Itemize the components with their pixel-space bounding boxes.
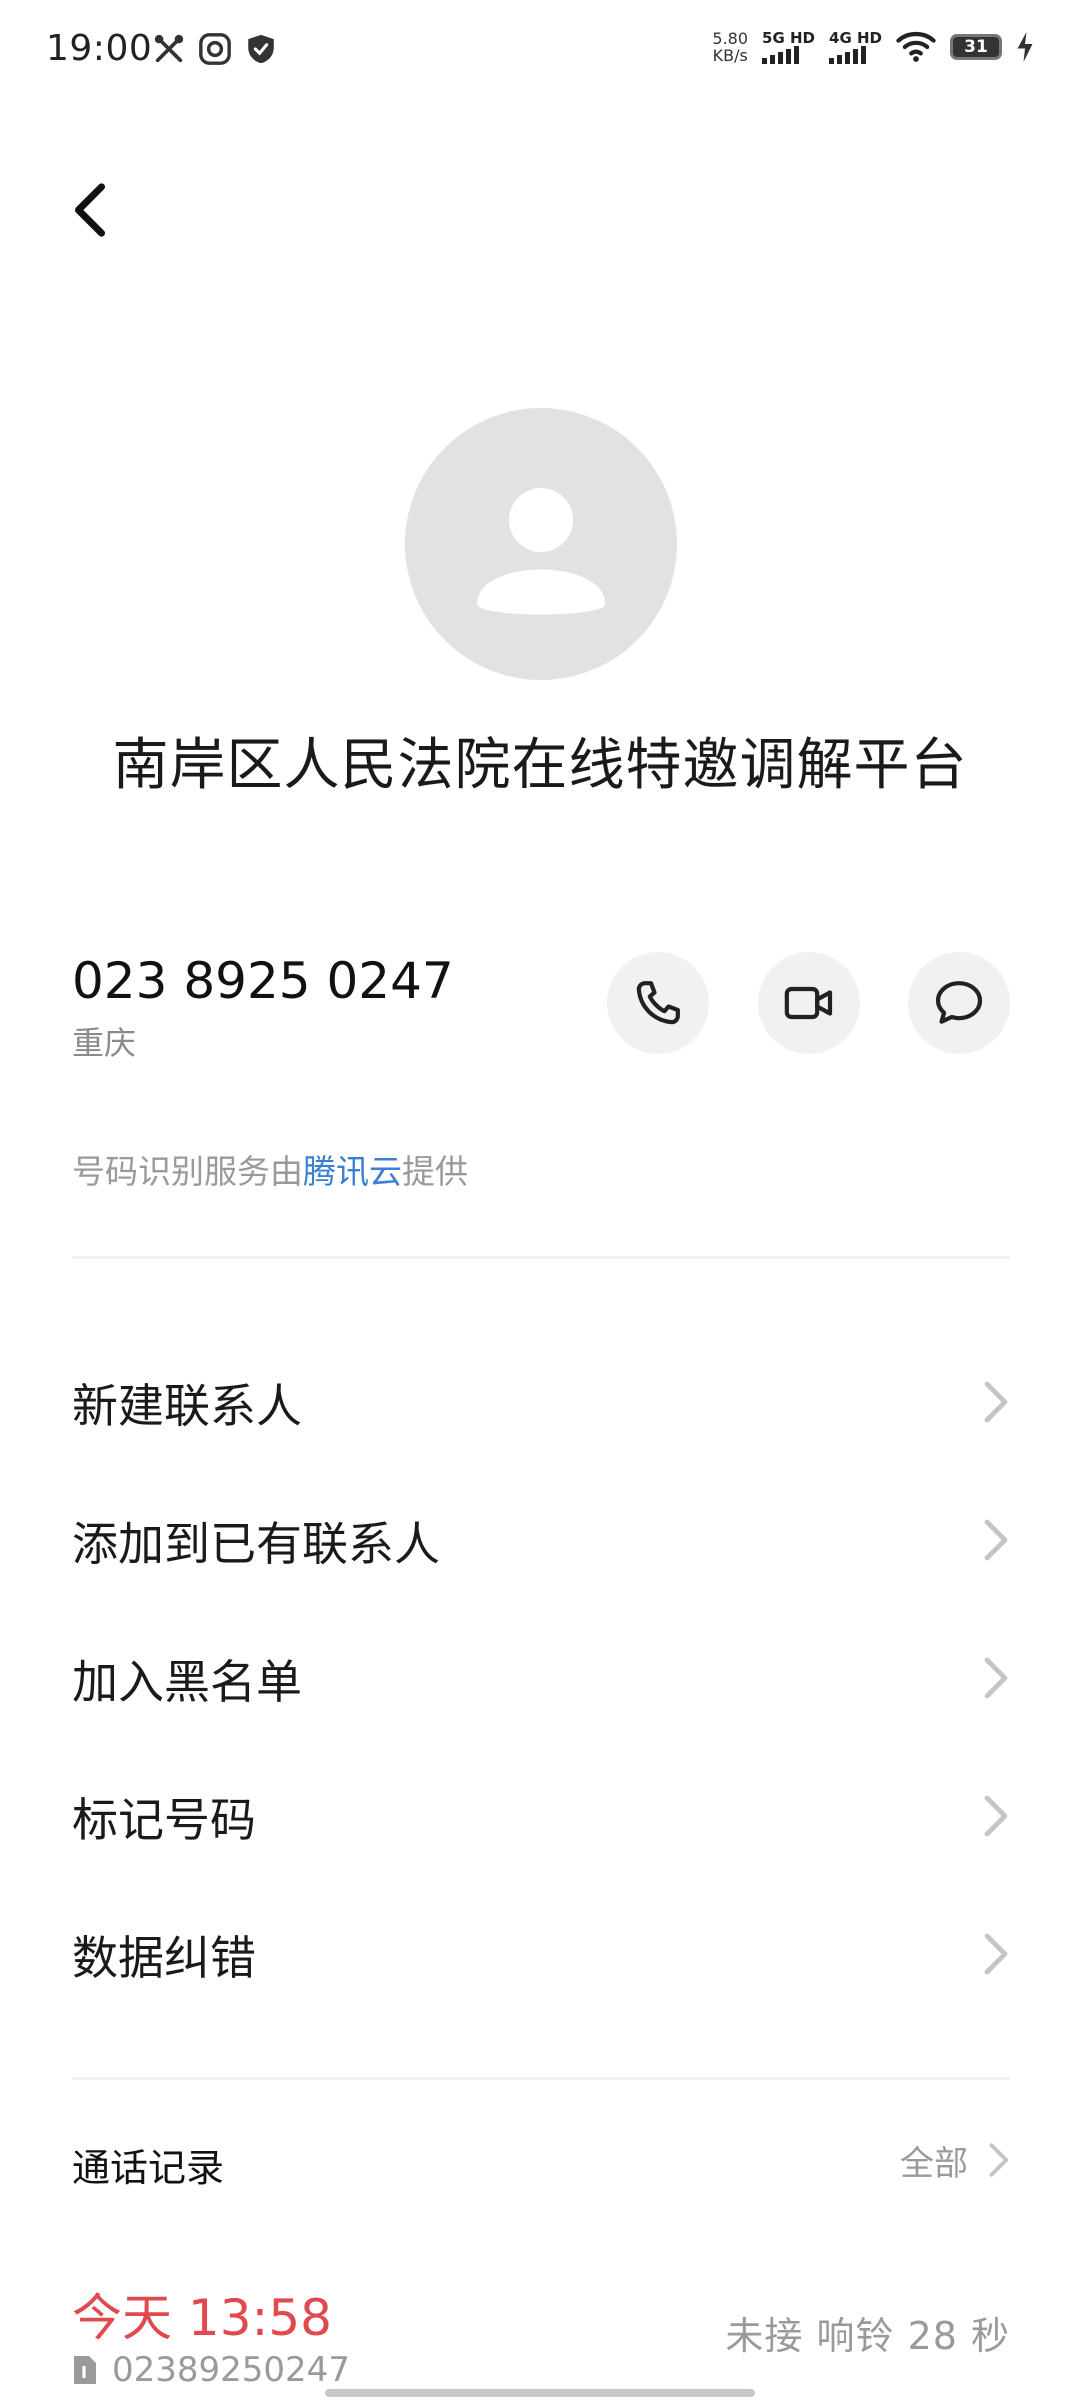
signal-sim2: 4G HD <box>829 30 882 64</box>
message-button[interactable] <box>908 952 1010 1054</box>
provider-link[interactable]: 腾讯云 <box>303 1152 402 1191</box>
call-records-all-button[interactable]: 全部 <box>900 2130 1010 2190</box>
call-record-time: 今天 13:58 <box>72 2289 332 2347</box>
signal-sim1: 5G HD <box>762 30 815 64</box>
divider <box>72 2077 1010 2080</box>
chevron-right-icon <box>984 1381 1008 1423</box>
status-time: 19:00 <box>46 28 153 69</box>
status-system-icons: 5.80 KB/s 5G HD 4G HD 31 <box>712 30 1034 64</box>
phone-location: 重庆 <box>72 1024 137 1062</box>
camera-app-icon <box>199 33 231 65</box>
signal-bars-icon <box>762 46 800 64</box>
network-speed: 5.80 KB/s <box>712 29 749 65</box>
menu-add-to-existing-contact[interactable]: 添加到已有联系人 <box>0 1478 1080 1598</box>
contact-name: 南岸区人民法院在线特邀调解平台 <box>112 733 968 798</box>
call-records-title: 通话记录 <box>72 2146 225 2190</box>
signal-bars-icon <box>829 46 867 64</box>
divider <box>72 1256 1010 1259</box>
home-indicator[interactable] <box>325 2389 755 2397</box>
chevron-right-icon <box>984 1657 1008 1699</box>
chevron-right-icon <box>984 1519 1008 1561</box>
chevron-right-icon <box>984 1933 1008 1975</box>
status-bar: 19:00 5.80 KB/s 5G HD 4G HD 31 <box>0 0 1080 100</box>
status-notification-icons <box>152 32 278 66</box>
person-icon <box>477 488 605 615</box>
chat-bubble-icon <box>935 981 983 1024</box>
chevron-right-icon <box>984 1795 1008 1837</box>
phone-number[interactable]: 023 8925 0247 <box>72 952 454 1010</box>
chevron-left-icon <box>74 183 106 237</box>
video-call-button[interactable] <box>758 952 860 1054</box>
charging-icon <box>1017 32 1033 62</box>
call-button[interactable] <box>607 952 709 1054</box>
sim-card-icon <box>74 2356 96 2384</box>
number-id-provider: 号码识别服务由腾讯云提供 <box>72 1152 468 1191</box>
contact-avatar <box>405 408 677 680</box>
chevron-right-icon <box>989 2143 1009 2177</box>
menu-add-to-blacklist[interactable]: 加入黑名单 <box>0 1616 1080 1736</box>
menu-data-correction[interactable]: 数据纠错 <box>0 1892 1080 2012</box>
battery-icon: 31 <box>950 34 1002 60</box>
menu-new-contact[interactable]: 新建联系人 <box>0 1340 1080 1460</box>
menu-mark-number[interactable]: 标记号码 <box>0 1754 1080 1874</box>
tools-icon <box>154 34 184 63</box>
battery-level: 31 <box>964 37 988 57</box>
wifi-icon <box>896 31 936 62</box>
call-record-number: 02389250247 <box>72 2350 350 2390</box>
back-button[interactable] <box>60 175 120 245</box>
call-record-status: 未接 响铃 28 秒 <box>725 2314 1010 2358</box>
shield-icon <box>248 34 274 64</box>
video-camera-icon <box>784 986 833 1020</box>
phone-icon <box>636 981 680 1025</box>
